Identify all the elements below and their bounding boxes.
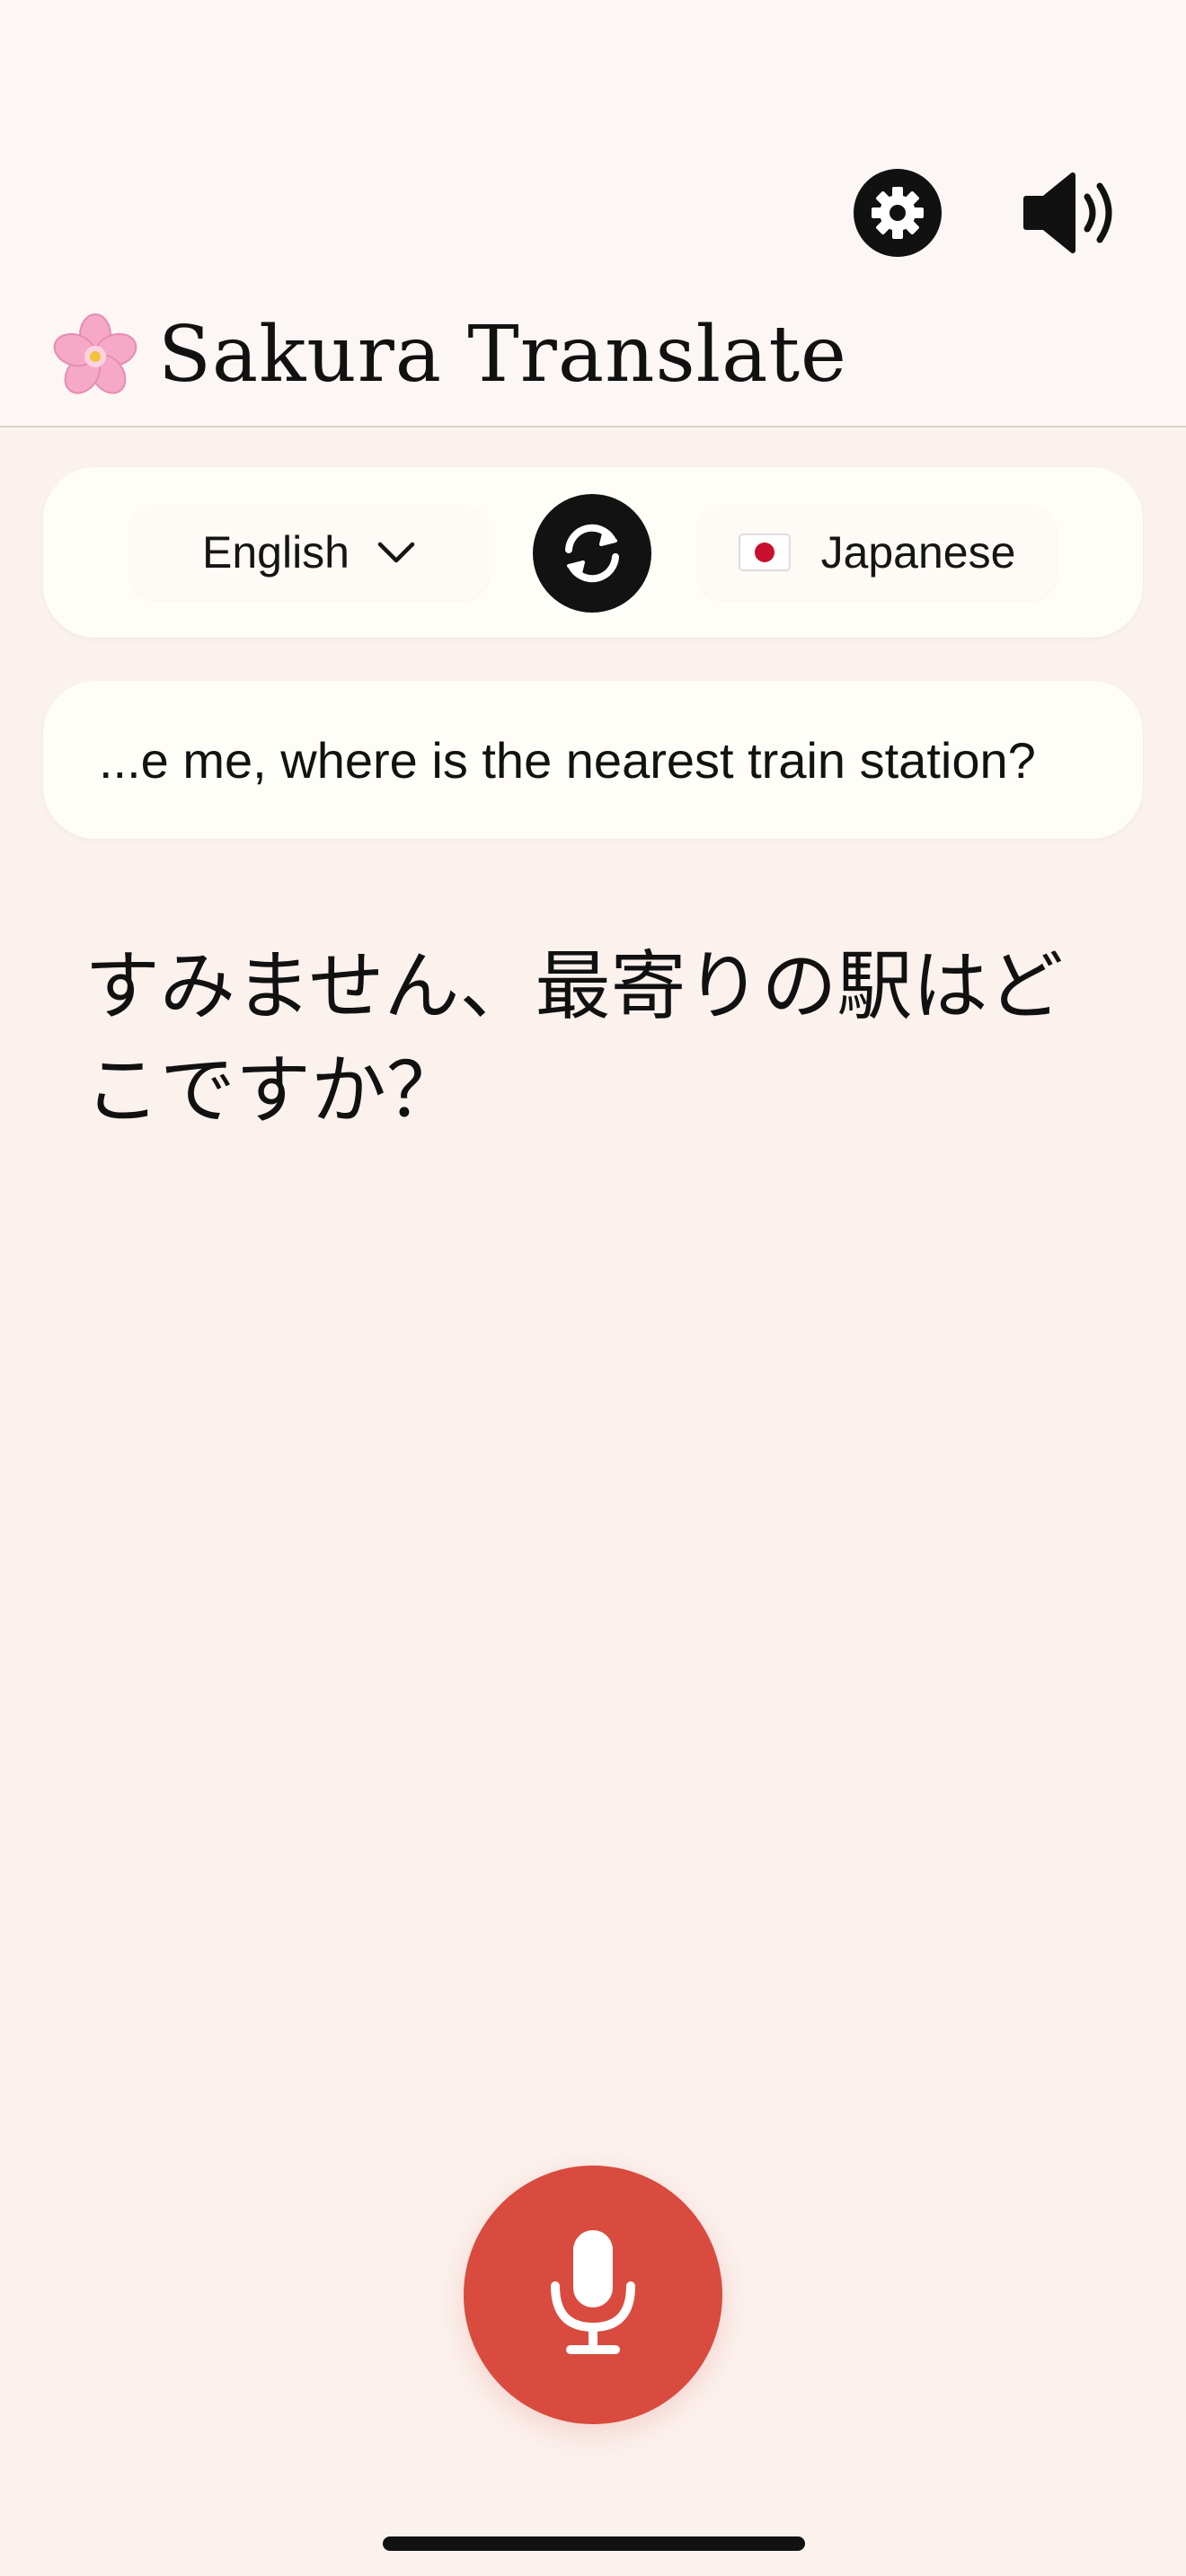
speaker-icon bbox=[1023, 172, 1112, 253]
japan-flag-icon bbox=[738, 534, 791, 571]
swap-languages-button[interactable] bbox=[533, 494, 651, 613]
translation-output: すみません、最寄りの駅はどこですか？ bbox=[84, 942, 1064, 1134]
gear-icon bbox=[872, 187, 924, 239]
sound-button[interactable] bbox=[1015, 166, 1123, 260]
app-title: Sakura Translate bbox=[158, 310, 847, 400]
app-header: Sakura Translate bbox=[0, 0, 1186, 428]
language-selector-card: English Japanese bbox=[43, 467, 1143, 638]
chevron-down-icon bbox=[376, 539, 416, 566]
microphone-icon bbox=[551, 2230, 635, 2354]
home-indicator bbox=[383, 2536, 805, 2551]
source-text: ...e me, where is the nearest train stat… bbox=[99, 731, 1036, 789]
brand: Sakura Translate bbox=[50, 305, 847, 404]
target-language-select[interactable]: Japanese bbox=[697, 505, 1057, 600]
source-language-select[interactable]: English bbox=[129, 505, 489, 600]
swap-arrows-icon bbox=[565, 524, 619, 583]
target-language-label: Japanese bbox=[820, 527, 1016, 578]
cherry-blossom-icon bbox=[53, 313, 137, 394]
settings-button[interactable] bbox=[854, 169, 942, 257]
microphone-button[interactable] bbox=[464, 2166, 722, 2424]
source-language-label: English bbox=[202, 527, 350, 578]
source-text-card[interactable]: ...e me, where is the nearest train stat… bbox=[43, 681, 1143, 839]
